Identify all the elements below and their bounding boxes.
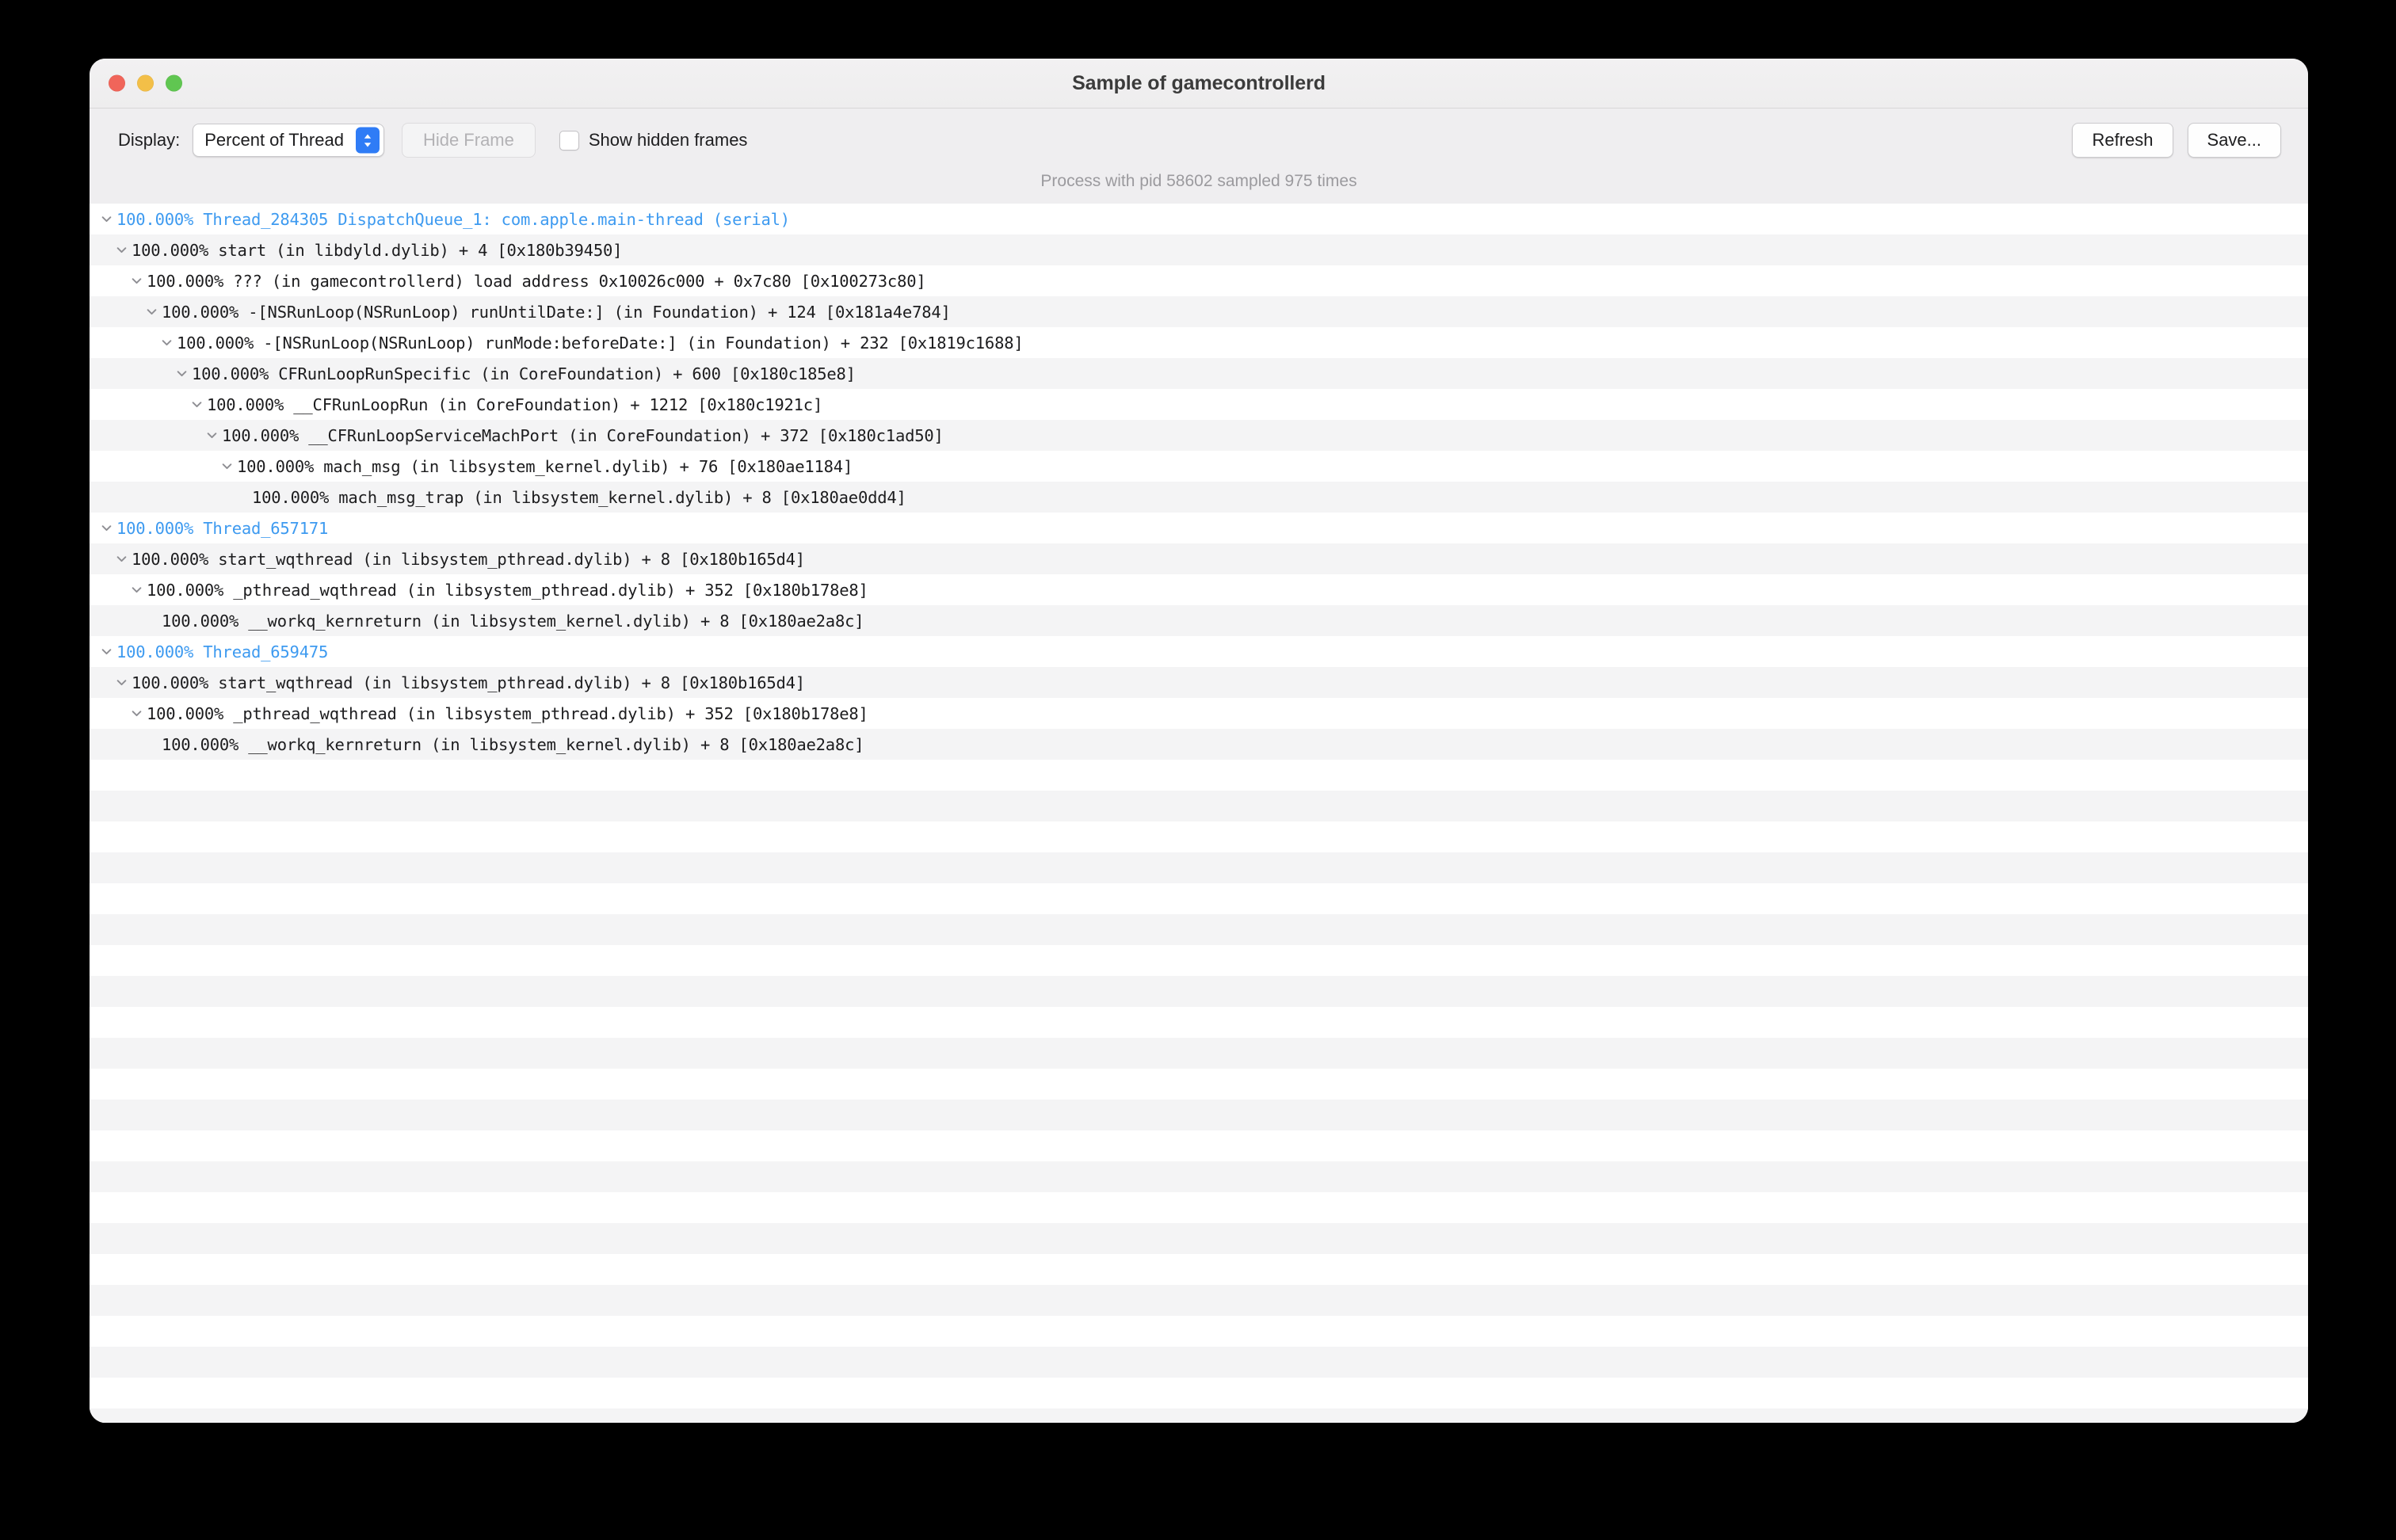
- empty-row: [90, 821, 2308, 852]
- empty-row: [90, 976, 2308, 1007]
- empty-row: [90, 1192, 2308, 1223]
- empty-row: [90, 1100, 2308, 1130]
- call-tree-outline[interactable]: 100.000% Thread_284305 DispatchQueue_1: …: [90, 204, 2308, 1423]
- show-hidden-frames-checkbox[interactable]: Show hidden frames: [559, 130, 748, 151]
- stack-frame-label: 100.000% mach_msg_trap (in libsystem_ker…: [252, 487, 906, 507]
- status-strip: Process with pid 58602 sampled 975 times: [90, 172, 2308, 204]
- stack-frame-label: 100.000% start_wqthread (in libsystem_pt…: [132, 673, 805, 692]
- empty-row: [90, 1223, 2308, 1254]
- stack-frame-row[interactable]: 100.000% _pthread_wqthread (in libsystem…: [90, 574, 2308, 605]
- stack-frame-row[interactable]: 100.000% _pthread_wqthread (in libsystem…: [90, 698, 2308, 729]
- stack-frame-row[interactable]: 100.000% __workq_kernreturn (in libsyste…: [90, 729, 2308, 760]
- thread-label: 100.000% Thread_284305 DispatchQueue_1: …: [116, 209, 790, 229]
- empty-row: [90, 1038, 2308, 1069]
- stack-frame-label: 100.000% __CFRunLoopServiceMachPort (in …: [222, 425, 944, 445]
- empty-row: [90, 914, 2308, 945]
- show-hidden-frames-label: Show hidden frames: [588, 130, 748, 150]
- chevron-down-icon[interactable]: [203, 420, 220, 451]
- empty-row: [90, 1069, 2308, 1100]
- thread-row[interactable]: 100.000% Thread_657171: [90, 513, 2308, 543]
- chevron-down-icon[interactable]: [158, 327, 175, 358]
- empty-row: [90, 1408, 2308, 1423]
- sample-window: Sample of gamecontrollerd Display: Perce…: [90, 59, 2308, 1423]
- thread-label: 100.000% Thread_657171: [116, 518, 329, 538]
- empty-row: [90, 1254, 2308, 1285]
- stack-frame-label: 100.000% ??? (in gamecontrollerd) load a…: [147, 271, 926, 291]
- chevron-down-icon[interactable]: [173, 358, 190, 389]
- chevron-down-icon[interactable]: [128, 698, 145, 729]
- display-mode-value: Percent of Thread: [204, 130, 344, 150]
- stack-frame-row[interactable]: 100.000% __CFRunLoopRun (in CoreFoundati…: [90, 389, 2308, 420]
- stack-frame-label: 100.000% __CFRunLoopRun (in CoreFoundati…: [207, 395, 823, 414]
- process-status-text: Process with pid 58602 sampled 975 times: [1040, 172, 1357, 190]
- toolbar-left-group: Display: Percent of Thread Hide Frame Sh…: [118, 123, 747, 158]
- toolbar-right-group: Refresh Save...: [2072, 123, 2281, 158]
- hide-frame-label: Hide Frame: [422, 130, 514, 150]
- thread-row[interactable]: 100.000% Thread_659475: [90, 636, 2308, 667]
- stack-frame-row[interactable]: 100.000% mach_msg_trap (in libsystem_ker…: [90, 482, 2308, 513]
- checkbox-box-icon: [559, 130, 579, 151]
- empty-row: [90, 945, 2308, 976]
- display-label: Display:: [118, 130, 181, 150]
- save-label: Save...: [2207, 130, 2261, 150]
- empty-row: [90, 1007, 2308, 1038]
- empty-row: [90, 1316, 2308, 1347]
- chevron-up-down-icon: [355, 127, 380, 154]
- chevron-down-icon[interactable]: [113, 543, 130, 574]
- thread-label: 100.000% Thread_659475: [116, 642, 329, 661]
- stack-frame-row[interactable]: 100.000% -[NSRunLoop(NSRunLoop) runMode:…: [90, 327, 2308, 358]
- stack-frame-label: 100.000% _pthread_wqthread (in libsystem…: [147, 580, 868, 600]
- stack-frame-label: 100.000% _pthread_wqthread (in libsystem…: [147, 703, 868, 723]
- chevron-down-icon[interactable]: [97, 204, 115, 234]
- stack-frame-label: 100.000% __workq_kernreturn (in libsyste…: [162, 734, 864, 754]
- stack-frame-row[interactable]: 100.000% mach_msg (in libsystem_kernel.d…: [90, 451, 2308, 482]
- chevron-down-icon[interactable]: [97, 636, 115, 667]
- empty-row: [90, 1347, 2308, 1378]
- chevron-down-icon[interactable]: [113, 234, 130, 265]
- empty-row: [90, 883, 2308, 914]
- stack-frame-row[interactable]: 100.000% __workq_kernreturn (in libsyste…: [90, 605, 2308, 636]
- stack-frame-label: 100.000% -[NSRunLoop(NSRunLoop) runMode:…: [177, 333, 1024, 353]
- toolbar: Display: Percent of Thread Hide Frame Sh…: [90, 109, 2308, 172]
- stack-frame-row[interactable]: 100.000% CFRunLoopRunSpecific (in CoreFo…: [90, 358, 2308, 389]
- empty-row: [90, 791, 2308, 821]
- empty-row: [90, 1378, 2308, 1408]
- chevron-down-icon[interactable]: [97, 513, 115, 543]
- stack-frame-row[interactable]: 100.000% start (in libdyld.dylib) + 4 [0…: [90, 234, 2308, 265]
- hide-frame-button: Hide Frame: [401, 123, 536, 158]
- stack-frame-label: 100.000% mach_msg (in libsystem_kernel.d…: [237, 456, 853, 476]
- save-button[interactable]: Save...: [2187, 123, 2281, 158]
- stack-frame-label: 100.000% -[NSRunLoop(NSRunLoop) runUntil…: [162, 302, 951, 322]
- stack-frame-label: 100.000% start (in libdyld.dylib) + 4 [0…: [132, 240, 623, 260]
- empty-row: [90, 1130, 2308, 1161]
- chevron-down-icon[interactable]: [113, 667, 130, 698]
- chevron-down-icon[interactable]: [188, 389, 205, 420]
- refresh-label: Refresh: [2092, 130, 2154, 150]
- empty-row: [90, 852, 2308, 883]
- display-mode-popup[interactable]: Percent of Thread: [193, 124, 384, 157]
- stack-frame-row[interactable]: 100.000% start_wqthread (in libsystem_pt…: [90, 543, 2308, 574]
- chevron-down-icon[interactable]: [218, 451, 235, 482]
- stack-frame-label: 100.000% __workq_kernreturn (in libsyste…: [162, 611, 864, 631]
- stack-frame-row[interactable]: 100.000% ??? (in gamecontrollerd) load a…: [90, 265, 2308, 296]
- stack-frame-row[interactable]: 100.000% -[NSRunLoop(NSRunLoop) runUntil…: [90, 296, 2308, 327]
- chevron-down-icon[interactable]: [128, 265, 145, 296]
- chevron-down-icon[interactable]: [143, 296, 160, 327]
- empty-row: [90, 760, 2308, 791]
- stack-frame-row[interactable]: 100.000% __CFRunLoopServiceMachPort (in …: [90, 420, 2308, 451]
- thread-row[interactable]: 100.000% Thread_284305 DispatchQueue_1: …: [90, 204, 2308, 234]
- stack-frame-row[interactable]: 100.000% start_wqthread (in libsystem_pt…: [90, 667, 2308, 698]
- window-titlebar: Sample of gamecontrollerd: [90, 59, 2308, 109]
- empty-row: [90, 1161, 2308, 1192]
- empty-row: [90, 1285, 2308, 1316]
- stack-frame-label: 100.000% CFRunLoopRunSpecific (in CoreFo…: [192, 364, 856, 383]
- window-title: Sample of gamecontrollerd: [1072, 71, 1326, 94]
- stack-frame-label: 100.000% start_wqthread (in libsystem_pt…: [132, 549, 805, 569]
- chevron-down-icon[interactable]: [128, 574, 145, 605]
- refresh-button[interactable]: Refresh: [2072, 123, 2173, 158]
